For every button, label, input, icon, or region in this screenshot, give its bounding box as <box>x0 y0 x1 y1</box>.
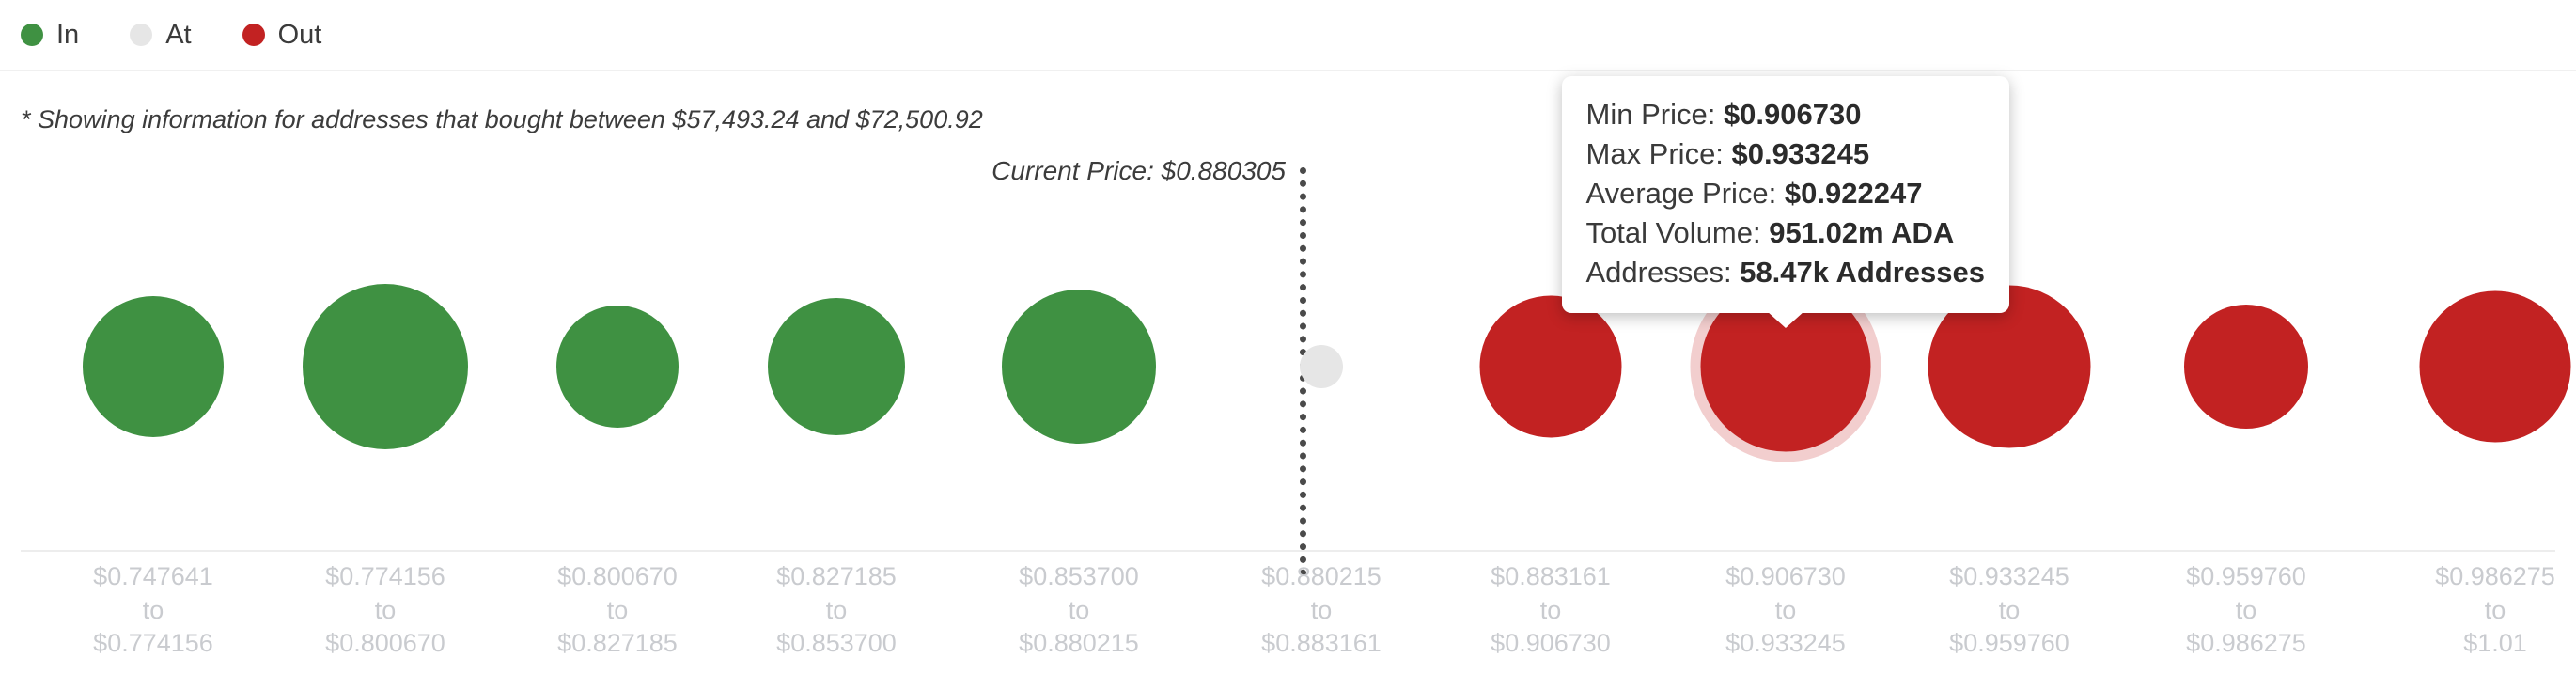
x-axis-line <box>21 550 2555 552</box>
x-axis-tick-8: $0.933245 to $0.959760 <box>1949 560 2069 661</box>
tick-connector-label: to <box>606 595 629 624</box>
x-axis-tick-6: $0.883161 to $0.906730 <box>1491 560 1611 661</box>
tooltip-min-price: Min Price: $0.906730 <box>1586 95 1986 134</box>
tick-high-value: $0.986275 <box>2186 629 2306 658</box>
tick-connector-label: to <box>1310 595 1333 624</box>
x-axis-tick-1: $0.774156 to $0.800670 <box>325 560 445 661</box>
tick-high-value: $0.883161 <box>1261 629 1382 658</box>
tick-low-value: $0.747641 <box>93 562 213 590</box>
tooltip-max-price-value: $0.933245 <box>1731 136 1870 170</box>
bubble-in-4[interactable] <box>1002 290 1156 444</box>
x-axis-tick-4: $0.853700 to $0.880215 <box>1019 560 1139 661</box>
tick-connector-label: to <box>1774 595 1797 624</box>
legend-label-at: At <box>165 19 192 50</box>
x-axis-tick-labels: $0.747641 to $0.774156 $0.774156 to $0.800670… <box>0 560 2576 674</box>
tick-low-value: $0.883161 <box>1491 562 1611 590</box>
tick-high-value: $0.880215 <box>1019 629 1139 658</box>
tick-low-value: $0.906730 <box>1725 562 1846 590</box>
x-axis-tick-2: $0.800670 to $0.827185 <box>557 560 678 661</box>
tick-high-value: $0.774156 <box>93 629 213 658</box>
tooltip-arrow-icon <box>1766 311 1804 329</box>
bubble-in-0[interactable] <box>83 296 224 437</box>
tick-connector-label: to <box>1998 595 2021 624</box>
chart-footnote: * Showing information for addresses that… <box>21 105 983 133</box>
tick-connector-label: to <box>2484 595 2506 624</box>
chart-legend: In At Out <box>0 0 2576 71</box>
plot-area: Current Price: $0.880305 <box>0 141 2576 576</box>
legend-item-at[interactable]: At <box>130 19 192 50</box>
tick-low-value: $0.853700 <box>1019 562 1139 590</box>
tick-connector-label: to <box>1068 595 1090 624</box>
legend-item-out[interactable]: Out <box>242 19 322 50</box>
bubble-out-9[interactable] <box>2184 305 2308 429</box>
tick-low-value: $0.880215 <box>1261 562 1382 590</box>
legend-dot-in-icon <box>21 24 43 46</box>
tick-low-value: $0.959760 <box>2186 562 2306 590</box>
tooltip-min-price-label: Min Price: <box>1585 97 1716 131</box>
tick-high-value: $0.906730 <box>1491 629 1611 658</box>
legend-label-out: Out <box>277 19 322 50</box>
tick-high-value: $0.827185 <box>557 629 678 658</box>
tick-connector-label: to <box>2235 595 2257 624</box>
tick-connector-label: to <box>1539 595 1562 624</box>
tooltip-total-volume-value: 951.02m ADA <box>1769 215 1955 249</box>
bubble-at-5[interactable] <box>1300 345 1343 388</box>
tick-connector-label: to <box>142 595 164 624</box>
current-price-label: Current Price: $0.880305 <box>991 156 1286 185</box>
tooltip-max-price: Max Price: $0.933245 <box>1586 134 1986 174</box>
tooltip-max-price-label: Max Price: <box>1585 136 1724 170</box>
tooltip-addresses-value: 58.47k Addresses <box>1740 256 1986 290</box>
legend-dot-at-icon <box>130 24 153 46</box>
x-axis-tick-7: $0.906730 to $0.933245 <box>1725 560 1846 661</box>
legend-label-in: In <box>56 19 80 50</box>
tick-high-value: $0.800670 <box>325 629 445 658</box>
x-axis-tick-9: $0.959760 to $0.986275 <box>2186 560 2306 661</box>
bubble-tooltip: Min Price: $0.906730 Max Price: $0.93324… <box>1561 75 2010 329</box>
tick-low-value: $0.827185 <box>776 562 897 590</box>
tick-low-value: $0.986275 <box>2435 562 2555 590</box>
tick-high-value: $0.933245 <box>1725 629 1846 658</box>
x-axis-tick-5: $0.880215 to $0.883161 <box>1261 560 1382 661</box>
bubble-in-2[interactable] <box>556 306 679 428</box>
tooltip-average-price-label: Average Price: <box>1585 176 1777 210</box>
tick-low-value: $0.774156 <box>325 562 445 590</box>
legend-dot-out-icon <box>242 24 265 46</box>
tick-connector-label: to <box>825 595 848 624</box>
tick-high-value: $0.959760 <box>1949 629 2069 658</box>
legend-item-in[interactable]: In <box>21 19 80 50</box>
bubble-out-10[interactable] <box>2419 290 2571 443</box>
x-axis-tick-10: $0.986275 to $1.01 <box>2435 560 2555 661</box>
tick-connector-label: to <box>374 595 397 624</box>
bubble-in-3[interactable] <box>768 298 905 435</box>
in-out-money-chart: In At Out * Showing information for addres… <box>0 0 2576 674</box>
tooltip-min-price-value: $0.906730 <box>1723 97 1862 131</box>
tooltip-average-price: Average Price: $0.922247 <box>1586 174 1986 213</box>
tooltip-average-price-value: $0.922247 <box>1784 176 1923 210</box>
tick-high-value: $0.853700 <box>776 629 897 658</box>
tick-low-value: $0.933245 <box>1949 562 2069 590</box>
tooltip-total-volume-label: Total Volume: <box>1585 215 1761 249</box>
tick-high-value: $1.01 <box>2463 629 2527 658</box>
x-axis-tick-3: $0.827185 to $0.853700 <box>776 560 897 661</box>
bubble-out-6[interactable] <box>1479 295 1622 438</box>
tooltip-total-volume: Total Volume: 951.02m ADA <box>1586 213 1986 253</box>
tick-low-value: $0.800670 <box>557 562 678 590</box>
tooltip-addresses: Addresses: 58.47k Addresses <box>1586 253 1986 292</box>
x-axis-tick-0: $0.747641 to $0.774156 <box>93 560 213 661</box>
bubble-in-1[interactable] <box>303 284 468 449</box>
tooltip-addresses-label: Addresses: <box>1585 256 1732 290</box>
